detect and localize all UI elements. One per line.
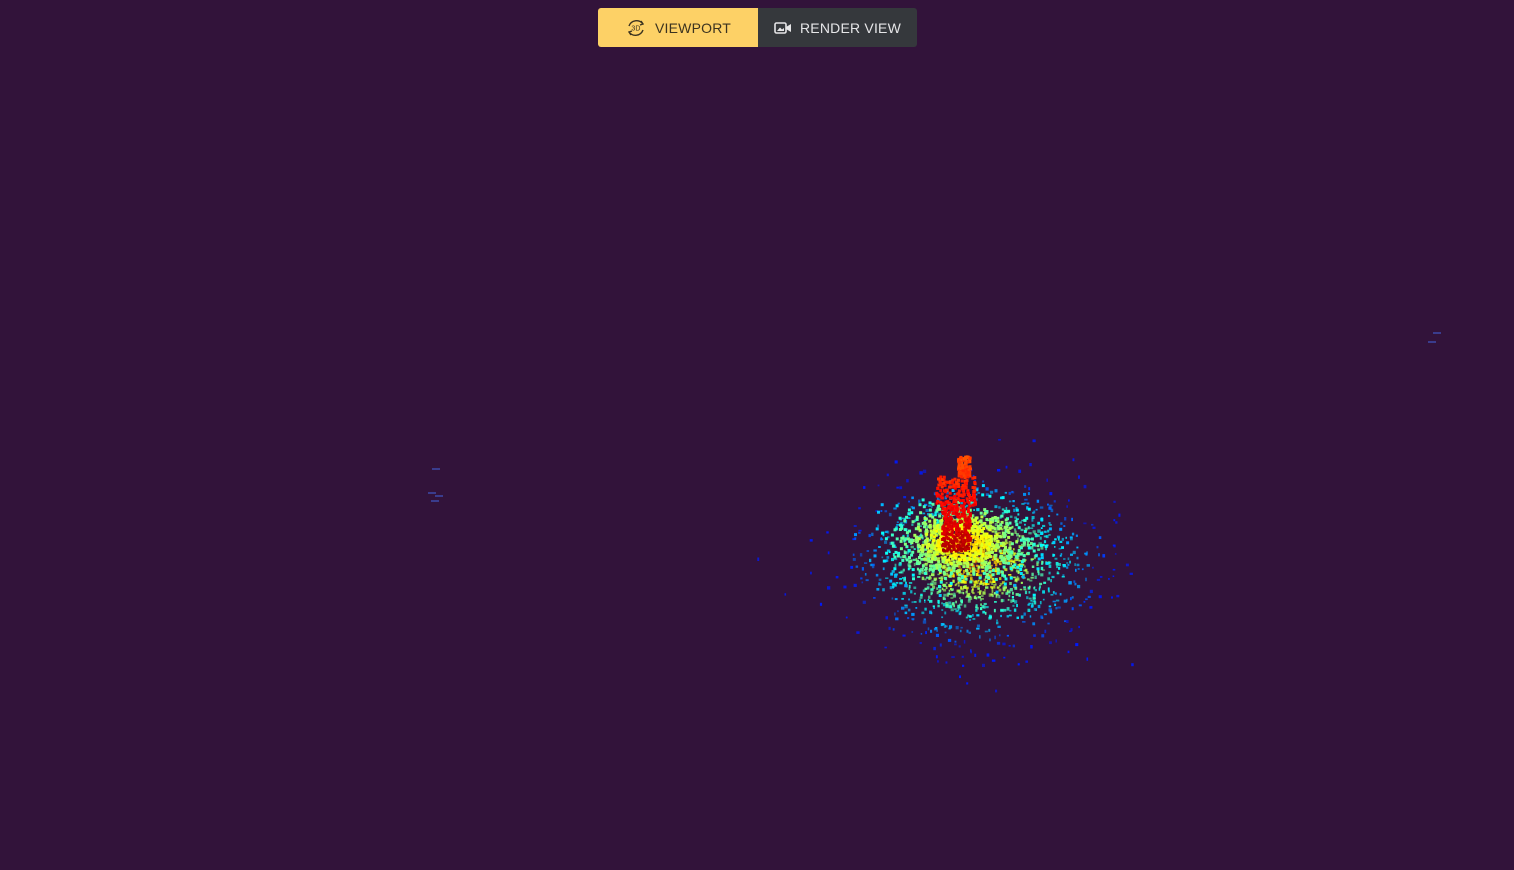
svg-text:3D: 3D <box>631 25 640 32</box>
3d-rotate-icon: 3D <box>625 17 647 39</box>
3d-viewport-canvas[interactable] <box>0 0 1514 870</box>
tab-render-view[interactable]: RENDER VIEW <box>758 8 917 47</box>
stray-point <box>435 495 443 497</box>
stray-point <box>431 500 439 502</box>
tab-render-view-label: RENDER VIEW <box>800 19 901 36</box>
view-mode-toolbar: 3D VIEWPORT RENDER VIEW <box>598 8 917 47</box>
tab-viewport[interactable]: 3D VIEWPORT <box>598 8 758 47</box>
video-camera-icon <box>774 20 792 36</box>
stray-point <box>1428 341 1436 343</box>
stray-point <box>432 468 440 470</box>
tab-viewport-label: VIEWPORT <box>654 19 732 36</box>
point-cloud-render[interactable] <box>0 0 1514 870</box>
point-cloud-blob <box>757 439 1134 693</box>
stray-point <box>428 492 436 494</box>
stray-point <box>1433 332 1441 334</box>
